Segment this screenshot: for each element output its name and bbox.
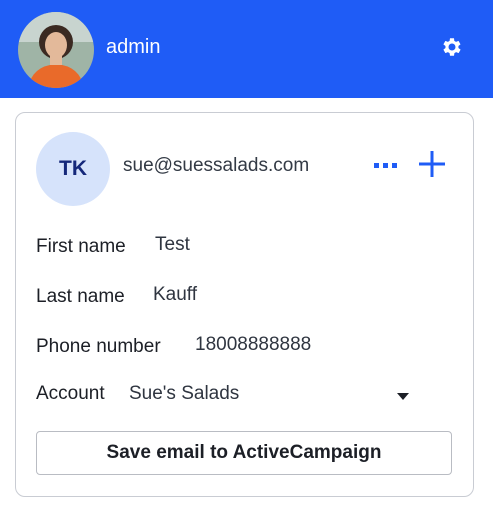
last-name-value[interactable]: Kauff (153, 283, 197, 307)
gear-icon[interactable] (439, 35, 463, 59)
plus-icon[interactable] (418, 150, 446, 178)
avatar-photo (18, 12, 94, 88)
phone-number-value[interactable]: 18008888888 (195, 333, 311, 357)
contact-initials-avatar: TK (36, 132, 110, 206)
account-label: Account (36, 383, 105, 404)
contact-card: TK sue@suessalads.com First name Test La… (15, 112, 474, 497)
save-email-button[interactable]: Save email to ActiveCampaign (36, 431, 452, 475)
account-select-value[interactable]: Sue's Salads (129, 382, 239, 406)
username: admin (106, 36, 161, 58)
caret-down-icon[interactable] (396, 388, 410, 400)
contact-email: sue@suessalads.com (123, 155, 310, 176)
last-name-label: Last name (36, 286, 125, 307)
first-name-label: First name (36, 236, 126, 257)
more-horizontal-icon[interactable] (371, 154, 401, 176)
app-header: admin (0, 0, 493, 98)
first-name-value[interactable]: Test (155, 233, 190, 257)
user-avatar[interactable] (18, 12, 94, 88)
phone-number-label: Phone number (36, 336, 161, 357)
